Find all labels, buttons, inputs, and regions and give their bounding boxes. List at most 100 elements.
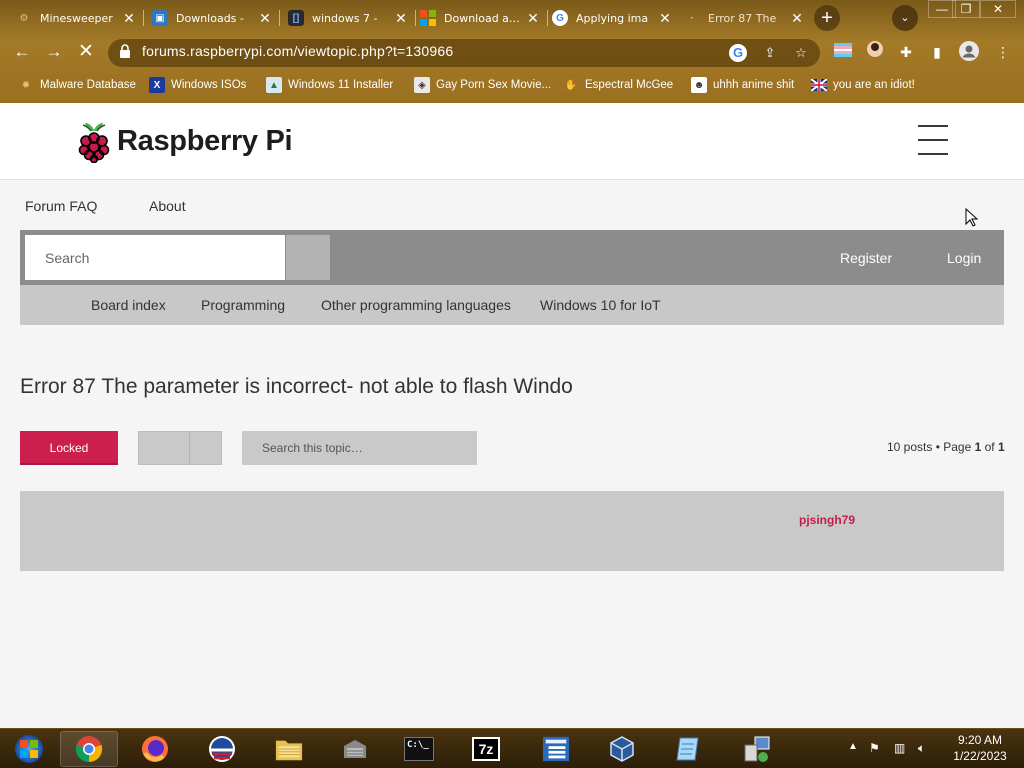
topic-title[interactable]: Error 87 The parameter is incorrect- not…	[20, 375, 573, 399]
taskbar-network-setup[interactable]	[728, 731, 786, 767]
network-icon[interactable]: ▥	[894, 741, 905, 755]
x-logo-icon: X	[149, 77, 165, 93]
start-orb-icon	[15, 735, 43, 763]
back-button[interactable]: ←	[12, 42, 32, 62]
close-window-button[interactable]: ✕	[980, 0, 1016, 18]
extension-avatar-icon[interactable]	[864, 41, 886, 63]
bookmark-windows-11-installer[interactable]: ▲ Windows 11 Installer	[266, 76, 393, 94]
tab-search-button[interactable]: ⌄	[892, 5, 918, 31]
raspberry-pi-logo-icon[interactable]	[76, 119, 112, 164]
forum-search-button[interactable]	[286, 235, 330, 280]
loading-dot-icon: ·	[690, 12, 694, 24]
breadcrumb-board-index[interactable]: Board index	[91, 297, 166, 313]
about-link[interactable]: About	[149, 198, 186, 214]
close-tab-icon[interactable]: ✕	[790, 10, 804, 27]
breadcrumb-windows-10-iot[interactable]: Windows 10 for IoT	[540, 297, 661, 313]
stop-loading-button[interactable]: ✕	[76, 42, 96, 62]
tab-applying[interactable]: G Applying ima ✕	[544, 4, 680, 32]
tab-minesweeper[interactable]: ⚙ Minesweeper ✕	[8, 4, 144, 32]
hand-icon: ✋	[564, 79, 578, 91]
new-tab-button[interactable]: +	[814, 5, 840, 31]
topic-search-input[interactable]	[242, 431, 477, 465]
google-lens-icon[interactable]: G	[729, 44, 747, 62]
restore-button[interactable]: ❐	[952, 0, 980, 18]
taskbar-file-explorer[interactable]	[260, 731, 318, 767]
taskbar-obama[interactable]	[193, 731, 251, 767]
topic-tools-button[interactable]	[138, 431, 222, 465]
close-tab-icon[interactable]: ✕	[658, 10, 672, 27]
bookmark-windows-isos[interactable]: X Windows ISOs	[149, 76, 246, 94]
site-header: Raspberry Pi	[0, 103, 1024, 180]
obama-logo-icon	[208, 735, 236, 763]
device-manager-icon	[542, 735, 570, 763]
web-page: Raspberry Pi Forum FAQ About Register Lo…	[0, 103, 1024, 728]
close-tab-icon[interactable]: ✕	[258, 10, 272, 27]
total-pages: 1	[997, 440, 1005, 454]
side-panel-icon[interactable]: ▮	[926, 41, 948, 63]
close-tab-icon[interactable]: ✕	[526, 10, 540, 27]
taskbar-archive[interactable]	[326, 731, 384, 767]
profile-icon[interactable]	[958, 41, 980, 63]
extensions-puzzle-icon[interactable]: ✚	[895, 41, 917, 63]
close-tab-icon[interactable]: ✕	[122, 10, 136, 27]
bookmark-star-icon[interactable]: ☆	[792, 44, 810, 62]
extension-flag-icon[interactable]	[832, 41, 854, 63]
volume-icon[interactable]: 🔈︎	[918, 741, 925, 756]
pagination-prefix: 10 posts • Page	[887, 440, 975, 454]
taskbar-notepad[interactable]	[660, 731, 718, 767]
forum-search-input[interactable]	[25, 235, 285, 280]
start-button[interactable]	[0, 731, 58, 767]
gear-icon: ⚙	[19, 12, 29, 24]
register-link[interactable]: Register	[840, 250, 892, 266]
post-author-link[interactable]: pjsingh79	[799, 513, 855, 527]
pagination-middle: of	[981, 440, 998, 454]
taskbar-7zip[interactable]: 7z	[457, 731, 515, 767]
forum-faq-link[interactable]: Forum FAQ	[25, 198, 97, 214]
bookmark-espectral-mcgee[interactable]: ✋ Espectral McGee	[563, 76, 673, 94]
bookmark-you-are-an-idiot[interactable]: you are an idiot!	[811, 76, 915, 94]
browser-menu-icon[interactable]: ⋮	[992, 41, 1014, 63]
tab-windows7[interactable]: [] windows 7 - ✕	[280, 4, 416, 32]
notepad-icon	[675, 735, 703, 763]
bookmark-anime[interactable]: ☻ uhhh anime shit	[691, 76, 794, 94]
close-tab-icon[interactable]: ✕	[394, 10, 408, 27]
bookmark-label: uhhh anime shit	[713, 79, 795, 91]
locked-button[interactable]: Locked	[20, 431, 118, 465]
url-text[interactable]: forums.raspberrypi.com/viewtopic.php?t=1…	[142, 43, 453, 59]
share-icon[interactable]: ⇪	[761, 44, 779, 62]
system-clock[interactable]: 9:20 AM 1/22/2023	[940, 732, 1020, 764]
taskbar-cmd[interactable]: C:\_	[390, 731, 448, 767]
spider-icon: ✹	[21, 79, 31, 91]
breadcrumb-programming[interactable]: Programming	[201, 297, 285, 313]
tab-title: Download and	[444, 11, 522, 25]
bookmark-label: Windows ISOs	[171, 79, 247, 91]
forward-button[interactable]: →	[44, 42, 64, 62]
firefox-icon	[141, 735, 169, 763]
bookmark-label: Windows 11 Installer	[288, 79, 394, 91]
flag-icon	[811, 77, 827, 93]
badge-icon: ◈	[414, 77, 430, 93]
show-hidden-icons-icon[interactable]: ▲	[848, 741, 858, 752]
tab-downloads[interactable]: ▣ Downloads - ✕	[144, 4, 280, 32]
tab-download[interactable]: Download and ✕	[412, 4, 548, 32]
site-name[interactable]: Raspberry Pi	[117, 125, 293, 158]
file-explorer-icon	[275, 735, 303, 763]
hamburger-menu-icon[interactable]	[918, 125, 948, 157]
bookmark-malware-database[interactable]: ✹ Malware Database	[18, 76, 136, 94]
archive-icon	[341, 735, 369, 763]
bookmark-label: Gay Porn Sex Movie...	[436, 79, 552, 91]
lock-icon[interactable]	[118, 44, 132, 60]
tab-error87[interactable]: · Error 87 The ✕	[676, 4, 812, 32]
taskbar-virtualbox[interactable]	[593, 731, 651, 767]
tab-title: Downloads -	[176, 11, 244, 25]
microsoft-icon	[420, 10, 436, 26]
chrome-icon	[75, 735, 103, 763]
bookmark-gay-porn[interactable]: ◈ Gay Porn Sex Movie...	[414, 76, 551, 94]
taskbar-device-manager[interactable]	[527, 731, 585, 767]
taskbar-chrome[interactable]	[60, 731, 118, 767]
action-center-flag-icon[interactable]: ⚑	[869, 741, 880, 755]
login-link[interactable]: Login	[947, 250, 981, 266]
taskbar-firefox[interactable]	[126, 731, 184, 767]
breadcrumb-other-languages[interactable]: Other programming languages	[321, 297, 511, 313]
bracket-icon: []	[288, 10, 304, 26]
